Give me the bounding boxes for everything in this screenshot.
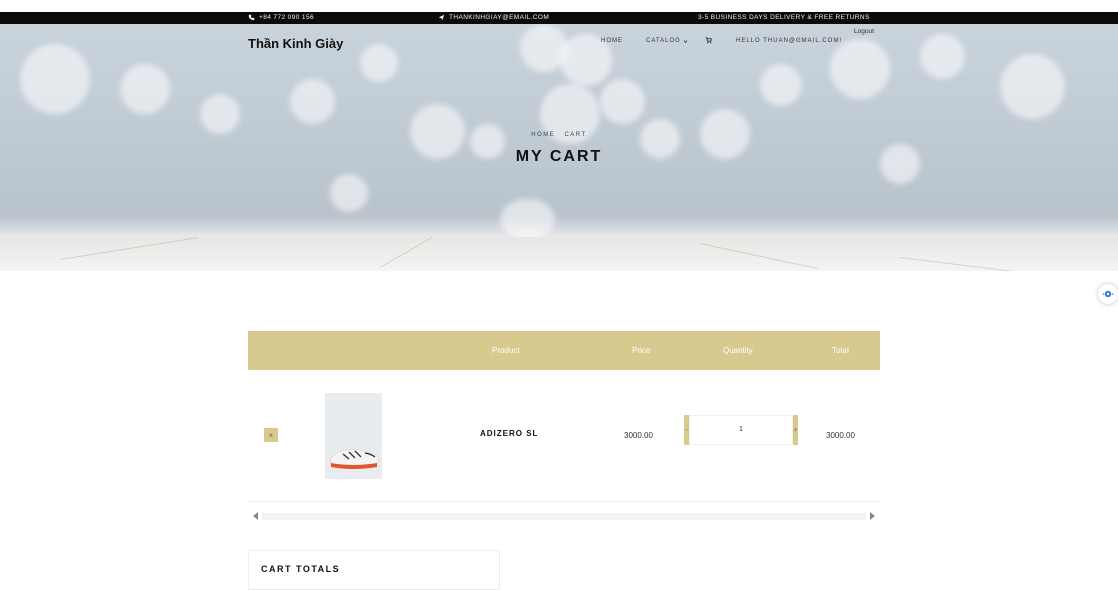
topbar-phone-text: +84 772 090 156	[259, 14, 314, 21]
logout-link[interactable]: Logout	[854, 28, 874, 35]
row-divider	[248, 501, 880, 502]
product-image[interactable]	[325, 393, 382, 479]
sneaker-image	[329, 448, 379, 469]
hero-banner: Thần Kinh Giày HOME CATALOG HELLO THUAN@…	[0, 24, 1118, 271]
page-title: MY CART	[515, 148, 603, 165]
product-name[interactable]: ADIZERO SL	[480, 429, 538, 438]
scroll-track[interactable]	[262, 513, 866, 520]
topbar-shipping-text: 3-5 BUSINESS DAYS DELIVERY & FREE RETURN…	[698, 14, 870, 21]
cart-table-header: Product Price Quantity Total	[248, 331, 880, 370]
site-logo[interactable]: Thần Kinh Giày	[248, 36, 343, 51]
col-product: Product	[492, 346, 520, 355]
topbar-phone: +84 772 090 156	[248, 14, 314, 21]
cart-totals-title: CART TOTALS	[261, 564, 341, 574]
cart-totals-panel: CART TOTALS	[248, 550, 500, 590]
chevron-down-icon	[683, 39, 688, 43]
breadcrumb-home[interactable]: HOME	[531, 132, 555, 138]
col-total: Total	[832, 346, 849, 355]
accessibility-icon	[1102, 290, 1114, 298]
quantity-input[interactable]: 1	[689, 415, 793, 445]
scroll-left-arrow-icon[interactable]	[253, 512, 258, 520]
nav-catalog[interactable]: CATALOG	[646, 38, 688, 44]
top-info-bar: +84 772 090 156 THANKINHGIAY@EMAIL.COM 3…	[0, 12, 1118, 24]
topbar-shipping: 3-5 BUSINESS DAYS DELIVERY & FREE RETURN…	[698, 14, 870, 21]
cart-icon	[705, 37, 712, 44]
col-price: Price	[632, 346, 651, 355]
breadcrumb: HOME CART	[0, 132, 1118, 138]
nav-catalog-label: CATALOG	[646, 38, 681, 44]
topbar-email-text: THANKINHGIAY@EMAIL.COM	[449, 14, 550, 21]
product-price: 3000.00	[624, 431, 653, 440]
paper-plane-icon	[438, 14, 445, 21]
phone-icon	[248, 14, 255, 21]
quantity-increase-button[interactable]: +	[793, 415, 798, 445]
table-horizontal-scrollbar[interactable]	[248, 510, 880, 523]
topbar-email[interactable]: THANKINHGIAY@EMAIL.COM	[438, 14, 549, 21]
remove-item-button[interactable]: ×	[264, 428, 278, 442]
hero-floor	[0, 237, 1118, 271]
product-total: 3000.00	[826, 431, 855, 440]
nav-home-label: HOME	[601, 38, 623, 44]
nav-home[interactable]: HOME	[601, 38, 623, 44]
nav-cart[interactable]	[705, 37, 712, 44]
floating-accessibility-button[interactable]	[1098, 284, 1118, 304]
col-quantity: Quantity	[723, 346, 753, 355]
scroll-right-arrow-icon[interactable]	[870, 512, 875, 520]
breadcrumb-cart: CART	[564, 132, 587, 138]
nav-user-greeting[interactable]: HELLO THUAN@GMAIL.COM!	[736, 38, 842, 44]
nav-user-label: HELLO THUAN@GMAIL.COM!	[736, 38, 842, 44]
